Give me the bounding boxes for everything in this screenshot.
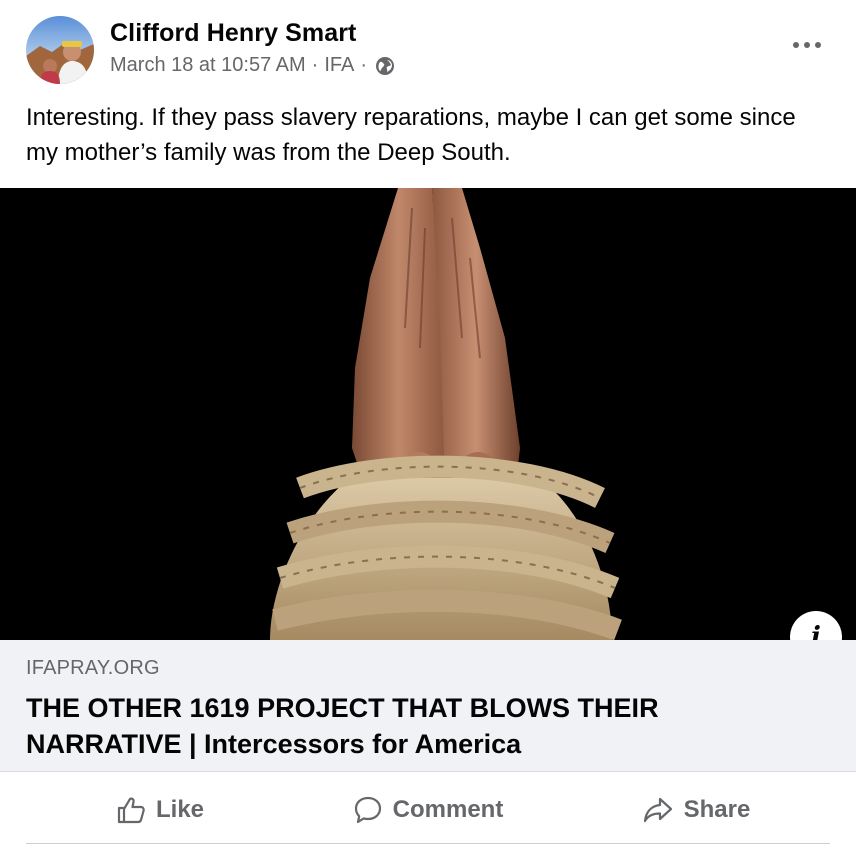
globe-icon [375,56,395,76]
author-avatar[interactable] [26,16,94,84]
comment-button[interactable]: Comment [294,784,562,836]
author-name[interactable]: Clifford Henry Smart [110,19,356,48]
post-meta: March 18 at 10:57 AM · IFA · [110,54,395,77]
link-image[interactable] [0,188,856,640]
comment-label: Comment [392,796,504,823]
more-options-icon[interactable] [790,30,824,60]
meta-separator: · [311,54,319,76]
comment-icon [354,796,381,824]
link-domain: IFAPRAY.ORG [26,657,160,679]
post-timestamp[interactable]: March 18 at 10:57 AM [110,54,306,77]
like-button[interactable]: Like [26,784,294,836]
post-text: Interesting. If they pass slavery repara… [26,104,796,166]
share-button[interactable]: Share [562,784,830,836]
share-label: Share [683,796,751,823]
thumbs-up-icon [117,797,145,824]
like-label: Like [155,796,205,823]
link-preview[interactable]: IFAPRAY.ORG THE OTHER 1619 PROJECT THAT … [0,640,856,772]
bottom-divider [26,843,830,844]
share-icon [643,797,672,823]
post-card: Clifford Henry Smart March 18 at 10:57 A… [0,0,856,854]
post-group[interactable]: IFA [324,54,354,77]
meta-separator-2: · [360,54,368,76]
post-actions: Like Comment Share [26,784,830,836]
link-title: THE OTHER 1619 PROJECT THAT BLOWS THEIR … [26,693,659,759]
